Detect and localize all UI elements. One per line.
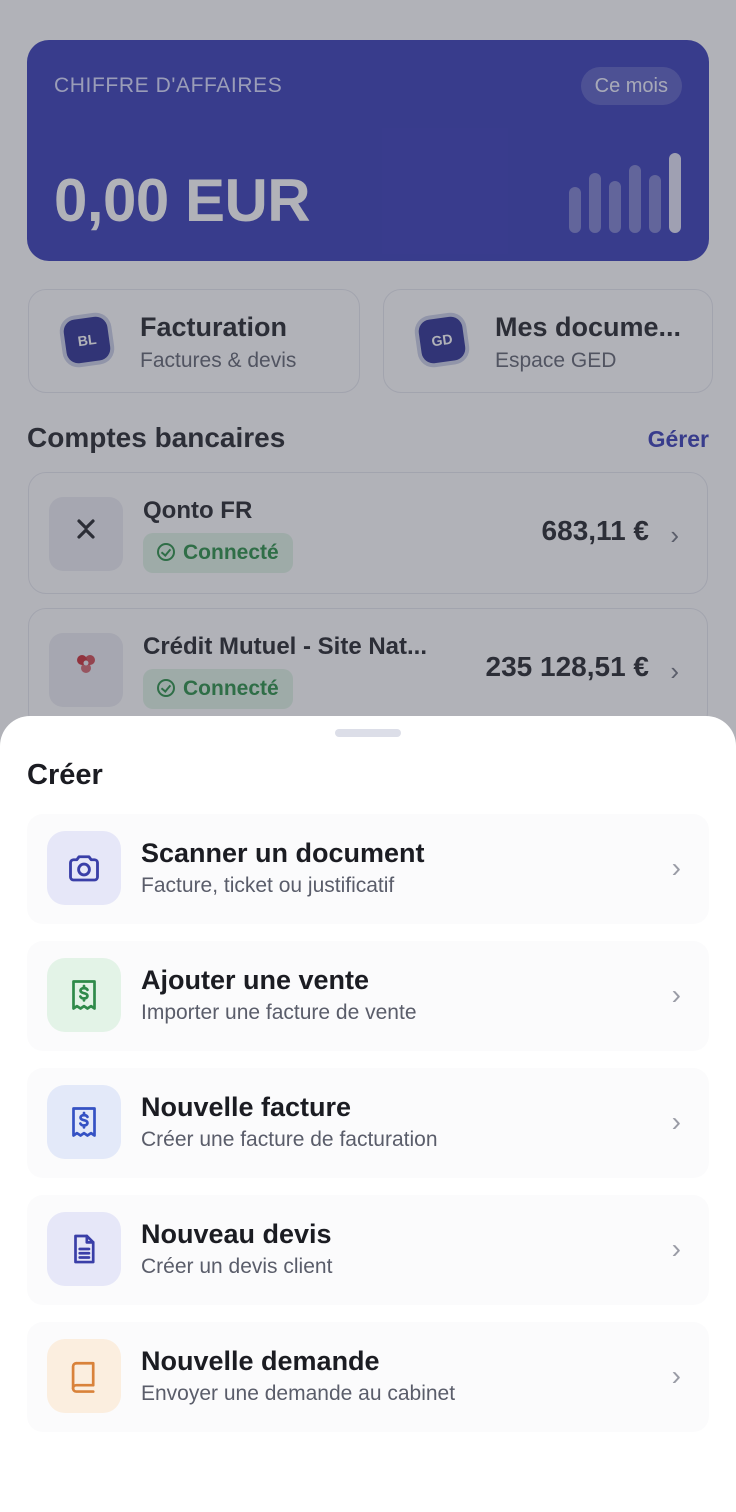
action-subtitle: Facture, ticket ou justificatif bbox=[141, 874, 395, 897]
action-title: Nouvelle demande bbox=[141, 1346, 380, 1376]
chevron-right-icon: › bbox=[671, 1106, 681, 1137]
sheet-title: Créer bbox=[27, 759, 103, 791]
sheet-drag-handle[interactable] bbox=[335, 729, 401, 737]
receipt-dollar-icon bbox=[47, 1085, 121, 1159]
action-subtitle: Importer une facture de vente bbox=[141, 1001, 417, 1024]
action-subtitle: Créer un devis client bbox=[141, 1255, 333, 1278]
receipt-dollar-icon bbox=[47, 958, 121, 1032]
book-icon bbox=[47, 1339, 121, 1413]
document-icon bbox=[47, 1212, 121, 1286]
action-subtitle: Créer une facture de facturation bbox=[141, 1128, 438, 1151]
chevron-right-icon: › bbox=[671, 1233, 681, 1264]
chevron-right-icon: › bbox=[671, 852, 681, 883]
chevron-right-icon: › bbox=[671, 979, 681, 1010]
action-title: Scanner un document bbox=[141, 838, 425, 868]
new-request-button[interactable]: Nouvelle demande Envoyer une demande au … bbox=[27, 1322, 709, 1432]
action-title: Nouveau devis bbox=[141, 1219, 332, 1249]
action-title: Ajouter une vente bbox=[141, 965, 370, 995]
create-bottom-sheet: Créer Scanner un document Facture, ticke… bbox=[0, 716, 736, 1512]
chevron-right-icon: › bbox=[671, 1360, 681, 1391]
add-sale-button[interactable]: Ajouter une vente Importer une facture d… bbox=[27, 941, 709, 1051]
new-quote-button[interactable]: Nouveau devis Créer un devis client › bbox=[27, 1195, 709, 1305]
camera-icon bbox=[47, 831, 121, 905]
action-title: Nouvelle facture bbox=[141, 1092, 352, 1122]
action-subtitle: Envoyer une demande au cabinet bbox=[141, 1382, 456, 1405]
scan-document-button[interactable]: Scanner un document Facture, ticket ou j… bbox=[27, 814, 709, 924]
new-invoice-button[interactable]: Nouvelle facture Créer une facture de fa… bbox=[27, 1068, 709, 1178]
